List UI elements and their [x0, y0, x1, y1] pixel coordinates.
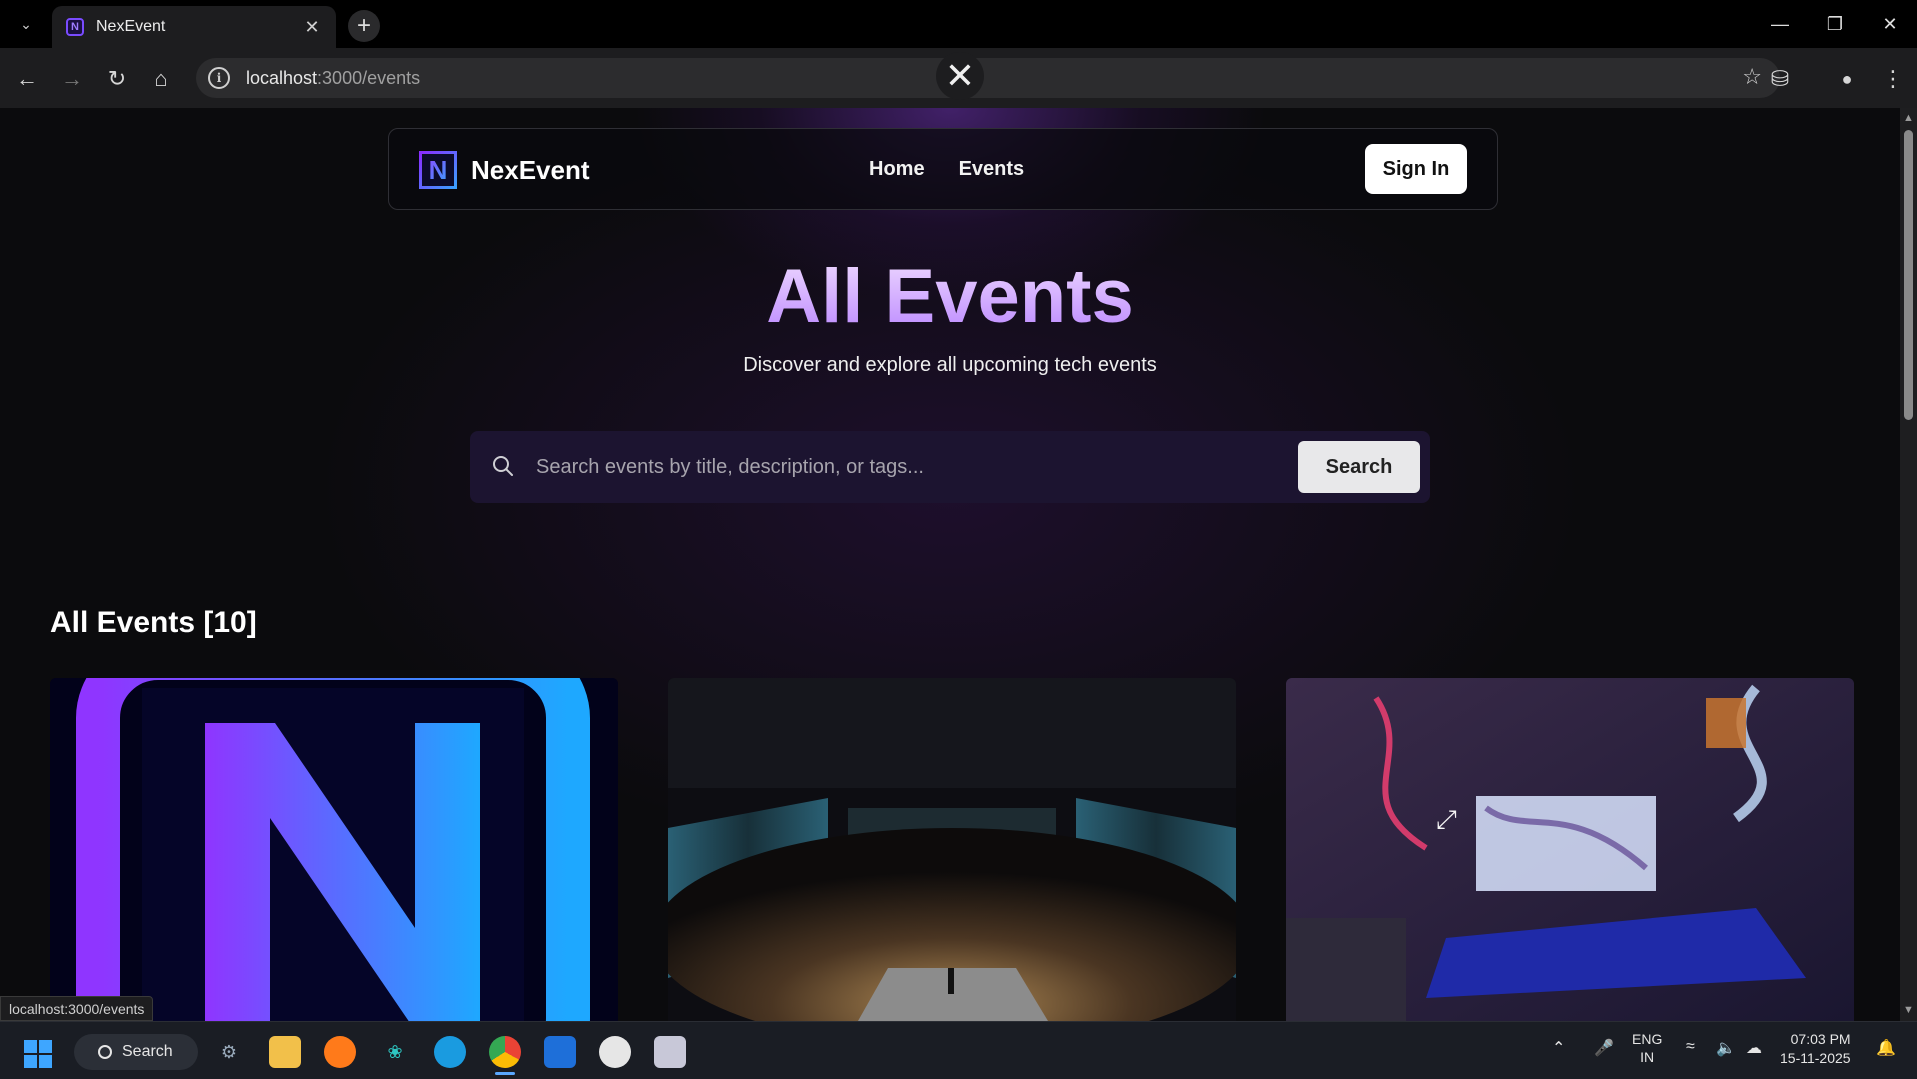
new-tab-button[interactable]: +	[348, 10, 380, 42]
microphone-icon[interactable]: 🎤	[1594, 1038, 1614, 1058]
browser-menu-icon[interactable]: ⋮	[1878, 64, 1908, 94]
event-auditorium-image	[668, 678, 1236, 1021]
reload-icon[interactable]: ↻	[102, 64, 132, 94]
search-button[interactable]: Search	[1298, 441, 1420, 493]
back-arrow-icon[interactable]: ←	[12, 64, 42, 94]
bookmark-star-icon[interactable]: ☆	[1742, 64, 1762, 90]
taskbar-search-icon	[98, 1045, 112, 1059]
forward-arrow-icon[interactable]: →	[57, 64, 87, 94]
sync-status-icon[interactable]: ☁	[1746, 1038, 1762, 1058]
page-subtitle: Discover and explore all upcoming tech e…	[743, 354, 1157, 376]
active-app-indicator	[495, 1072, 515, 1075]
restore-icon[interactable]: ❐	[1819, 10, 1851, 38]
search-input[interactable]	[536, 445, 1276, 489]
chrome-browser-icon[interactable]	[489, 1036, 521, 1068]
sign-in-button[interactable]: Sign In	[1365, 144, 1467, 194]
volume-icon[interactable]: 🔈	[1716, 1038, 1736, 1058]
main-nav: Home Events	[869, 158, 1024, 181]
tab-search-chevron-icon[interactable]: ⌄	[14, 12, 38, 36]
event-card-image[interactable]	[668, 678, 1236, 1021]
expand-icon: ⤢	[1436, 805, 1457, 835]
home-icon[interactable]: ⌂	[146, 64, 176, 94]
taskbar-search-button[interactable]: Search	[74, 1034, 198, 1070]
tab-favicon-icon: N	[66, 18, 84, 36]
app-leaf-icon[interactable]	[599, 1036, 631, 1068]
windows-taskbar: Search ⚙ ❀ ⌃ 🎤 ENG IN ≈ 🔈 ☁ 07:03 PM 15-…	[0, 1021, 1917, 1079]
event-concert-hall-image: ⤢	[1286, 678, 1854, 1021]
profile-avatar-icon[interactable]: ●	[1832, 64, 1862, 94]
browser-tab[interactable]: N NexEvent ✕	[52, 6, 336, 48]
wifi-icon[interactable]: ≈	[1686, 1038, 1695, 1056]
tray-chevron-up-icon[interactable]: ⌃	[1552, 1038, 1565, 1058]
events-section-title: All Events [10]	[50, 606, 257, 639]
file-explorer-icon[interactable]	[269, 1036, 301, 1068]
address-bar[interactable]: i localhost:3000/events ☆	[196, 58, 1780, 98]
clock-time: 07:03 PM	[1790, 1031, 1851, 1047]
snipping-tool-icon[interactable]	[654, 1036, 686, 1068]
edge-browser-icon[interactable]	[434, 1036, 466, 1068]
region-code: IN	[1640, 1049, 1655, 1065]
nexevent-logo-icon[interactable]: N	[419, 151, 457, 189]
tab-title: NexEvent	[96, 18, 166, 35]
url-host: localhost	[246, 67, 318, 88]
settings-gear-icon[interactable]: ⚙	[213, 1036, 245, 1068]
vscode-icon[interactable]	[544, 1036, 576, 1068]
event-card-image[interactable]: ⤢	[1286, 678, 1854, 1021]
scroll-down-arrow-icon[interactable]: ▼	[1903, 1004, 1914, 1016]
event-card-image[interactable]	[50, 678, 618, 1021]
search-icon	[493, 456, 513, 476]
site-navbar: N NexEvent Home Events Sign In	[388, 128, 1498, 210]
logo-letter: N	[428, 154, 448, 185]
url-path: :3000/events	[317, 67, 421, 88]
tab-close-icon[interactable]: ✕	[302, 17, 322, 38]
minimize-icon[interactable]: —	[1764, 10, 1796, 38]
extensions-puzzle-icon[interactable]: ⛁	[1765, 64, 1795, 94]
app-swirl-icon[interactable]: ❀	[379, 1036, 411, 1068]
taskbar-clock[interactable]: 07:03 PM 15-11-2025	[1780, 1030, 1851, 1068]
taskbar-search-label: Search	[122, 1043, 173, 1060]
clock-date: 15-11-2025	[1780, 1050, 1851, 1066]
overlay-close-icon[interactable]: ✕	[936, 52, 984, 100]
page-title: All Events	[0, 253, 1900, 340]
browser-tabstrip: ⌄ N NexEvent ✕ + — ❐ ✕	[0, 0, 1917, 48]
window-close-icon[interactable]: ✕	[1874, 10, 1906, 38]
site-info-icon[interactable]: i	[208, 67, 230, 89]
input-language[interactable]: ENG IN	[1632, 1030, 1662, 1066]
notification-bell-icon[interactable]: 🔔	[1876, 1038, 1896, 1058]
page-viewport: N NexEvent Home Events Sign In All Event…	[0, 108, 1900, 1021]
event-search-bar: Search	[470, 431, 1430, 503]
event-logo-image	[50, 678, 618, 1021]
language-code: ENG	[1632, 1031, 1663, 1047]
nav-link-events[interactable]: Events	[959, 158, 1025, 181]
windows-start-icon[interactable]	[24, 1040, 52, 1068]
firefox-icon[interactable]	[324, 1036, 356, 1068]
link-status-url: localhost:3000/events	[0, 996, 154, 1021]
nav-link-home[interactable]: Home	[869, 158, 925, 181]
url-text: localhost:3000/events	[246, 68, 420, 89]
page-scrollbar[interactable]: ▲ ▼	[1900, 108, 1917, 1021]
brand-name[interactable]: NexEvent	[471, 155, 590, 186]
scrollbar-thumb[interactable]	[1904, 130, 1913, 420]
scroll-up-arrow-icon[interactable]: ▲	[1903, 112, 1914, 124]
